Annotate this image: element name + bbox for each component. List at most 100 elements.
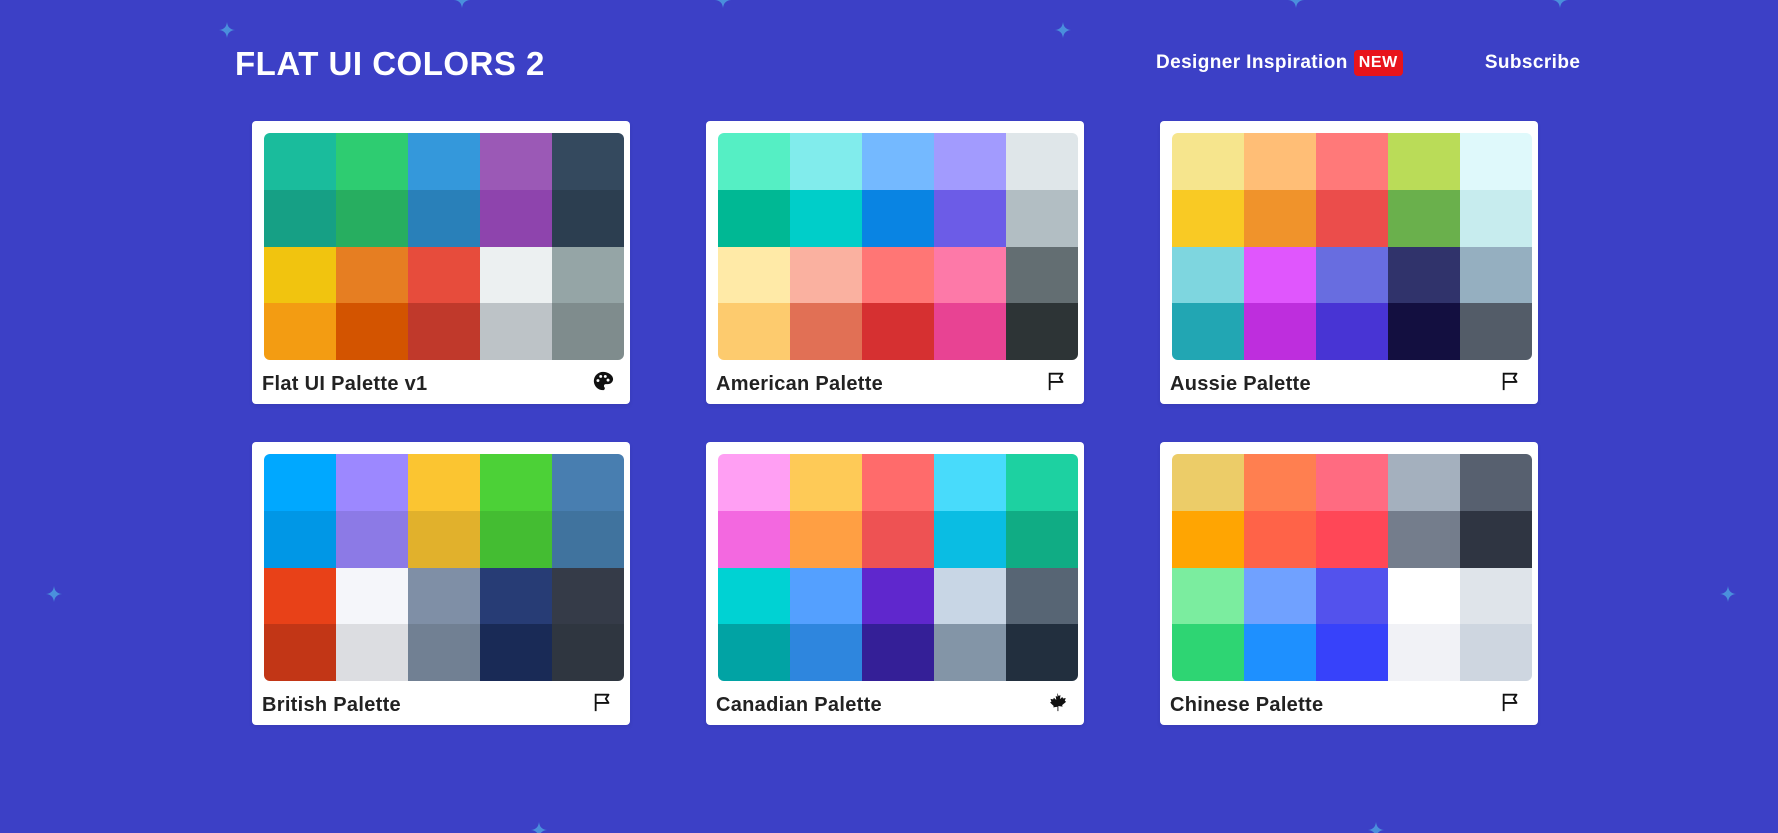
palette-grid: Flat UI Palette v1 American Palette Aussie… xyxy=(252,121,1538,725)
color-swatch xyxy=(480,189,552,247)
sparkle-icon xyxy=(1720,586,1736,602)
sparkle-icon xyxy=(46,586,62,602)
color-swatch xyxy=(862,567,934,625)
palette-swatches xyxy=(1172,454,1532,681)
color-swatch xyxy=(1460,454,1532,511)
color-swatch xyxy=(790,133,862,190)
palette-card[interactable]: Aussie Palette xyxy=(1160,121,1538,404)
color-swatch xyxy=(718,189,790,247)
color-swatch xyxy=(1244,624,1316,681)
color-swatch xyxy=(1316,510,1388,568)
sparkle-icon xyxy=(219,22,235,38)
color-swatch xyxy=(1316,454,1388,511)
color-swatch xyxy=(1460,303,1532,360)
maple-leaf-icon xyxy=(1046,691,1068,713)
color-swatch xyxy=(264,454,336,511)
sparkle-icon xyxy=(531,822,547,833)
flag-icon xyxy=(1500,691,1522,713)
color-swatch xyxy=(1388,567,1460,625)
color-swatch xyxy=(1388,189,1460,247)
color-swatch xyxy=(934,189,1006,247)
color-swatch xyxy=(1006,303,1078,360)
color-swatch xyxy=(1172,510,1244,568)
color-swatch xyxy=(480,624,552,681)
color-swatch xyxy=(264,189,336,247)
color-swatch xyxy=(552,189,624,247)
palette-swatches xyxy=(718,454,1078,681)
color-swatch xyxy=(552,567,624,625)
color-swatch xyxy=(1172,189,1244,247)
color-swatch xyxy=(408,189,480,247)
color-swatch xyxy=(408,567,480,625)
color-swatch xyxy=(718,303,790,360)
color-swatch xyxy=(790,189,862,247)
color-swatch xyxy=(862,133,934,190)
color-swatch xyxy=(336,567,408,625)
color-swatch xyxy=(1006,624,1078,681)
color-swatch xyxy=(862,510,934,568)
color-swatch xyxy=(1316,189,1388,247)
color-swatch xyxy=(1172,133,1244,190)
color-swatch xyxy=(552,454,624,511)
color-swatch xyxy=(1460,189,1532,247)
palette-name: Aussie Palette xyxy=(1170,373,1311,395)
color-swatch xyxy=(552,510,624,568)
subscribe-link[interactable]: Subscribe xyxy=(1485,52,1580,74)
color-swatch xyxy=(790,510,862,568)
color-swatch xyxy=(934,303,1006,360)
color-swatch xyxy=(1006,510,1078,568)
sparkle-icon xyxy=(454,0,470,8)
color-swatch xyxy=(862,454,934,511)
color-swatch xyxy=(934,624,1006,681)
designer-inspiration-link[interactable]: Designer Inspiration NEW xyxy=(1156,50,1403,76)
color-swatch xyxy=(408,454,480,511)
color-swatch xyxy=(1316,133,1388,190)
color-swatch xyxy=(1244,189,1316,247)
color-swatch xyxy=(1006,189,1078,247)
color-swatch xyxy=(718,567,790,625)
color-swatch xyxy=(1460,510,1532,568)
color-swatch xyxy=(336,624,408,681)
color-swatch xyxy=(1172,624,1244,681)
color-swatch xyxy=(1388,303,1460,360)
color-swatch xyxy=(1460,246,1532,304)
color-swatch xyxy=(1316,624,1388,681)
color-swatch xyxy=(718,510,790,568)
color-swatch xyxy=(790,303,862,360)
sparkle-icon xyxy=(1055,22,1071,38)
color-swatch xyxy=(480,133,552,190)
color-swatch xyxy=(336,510,408,568)
color-swatch xyxy=(1316,303,1388,360)
color-swatch xyxy=(264,567,336,625)
palette-swatches xyxy=(264,454,624,681)
color-swatch xyxy=(862,303,934,360)
palette-card[interactable]: Canadian Palette xyxy=(706,442,1084,725)
color-swatch xyxy=(264,133,336,190)
color-swatch xyxy=(336,246,408,304)
palette-icon xyxy=(592,370,614,392)
palette-name: Chinese Palette xyxy=(1170,694,1324,716)
palette-card[interactable]: Flat UI Palette v1 xyxy=(252,121,630,404)
sparkle-icon xyxy=(1368,822,1384,833)
color-swatch xyxy=(264,246,336,304)
flag-icon xyxy=(592,691,614,713)
color-swatch xyxy=(408,510,480,568)
color-swatch xyxy=(1006,454,1078,511)
color-swatch xyxy=(408,303,480,360)
palette-card[interactable]: American Palette xyxy=(706,121,1084,404)
color-swatch xyxy=(1388,510,1460,568)
site-logo[interactable]: FLAT UI COLORS 2 xyxy=(235,44,545,84)
palette-swatches xyxy=(264,133,624,360)
designer-inspiration-label: Designer Inspiration xyxy=(1156,52,1348,73)
color-swatch xyxy=(1460,567,1532,625)
color-swatch xyxy=(1244,510,1316,568)
color-swatch xyxy=(264,624,336,681)
palette-card[interactable]: British Palette xyxy=(252,442,630,725)
color-swatch xyxy=(552,303,624,360)
color-swatch xyxy=(718,624,790,681)
palette-card[interactable]: Chinese Palette xyxy=(1160,442,1538,725)
color-swatch xyxy=(1244,567,1316,625)
color-swatch xyxy=(1244,133,1316,190)
color-swatch xyxy=(552,624,624,681)
palette-swatches xyxy=(1172,133,1532,360)
